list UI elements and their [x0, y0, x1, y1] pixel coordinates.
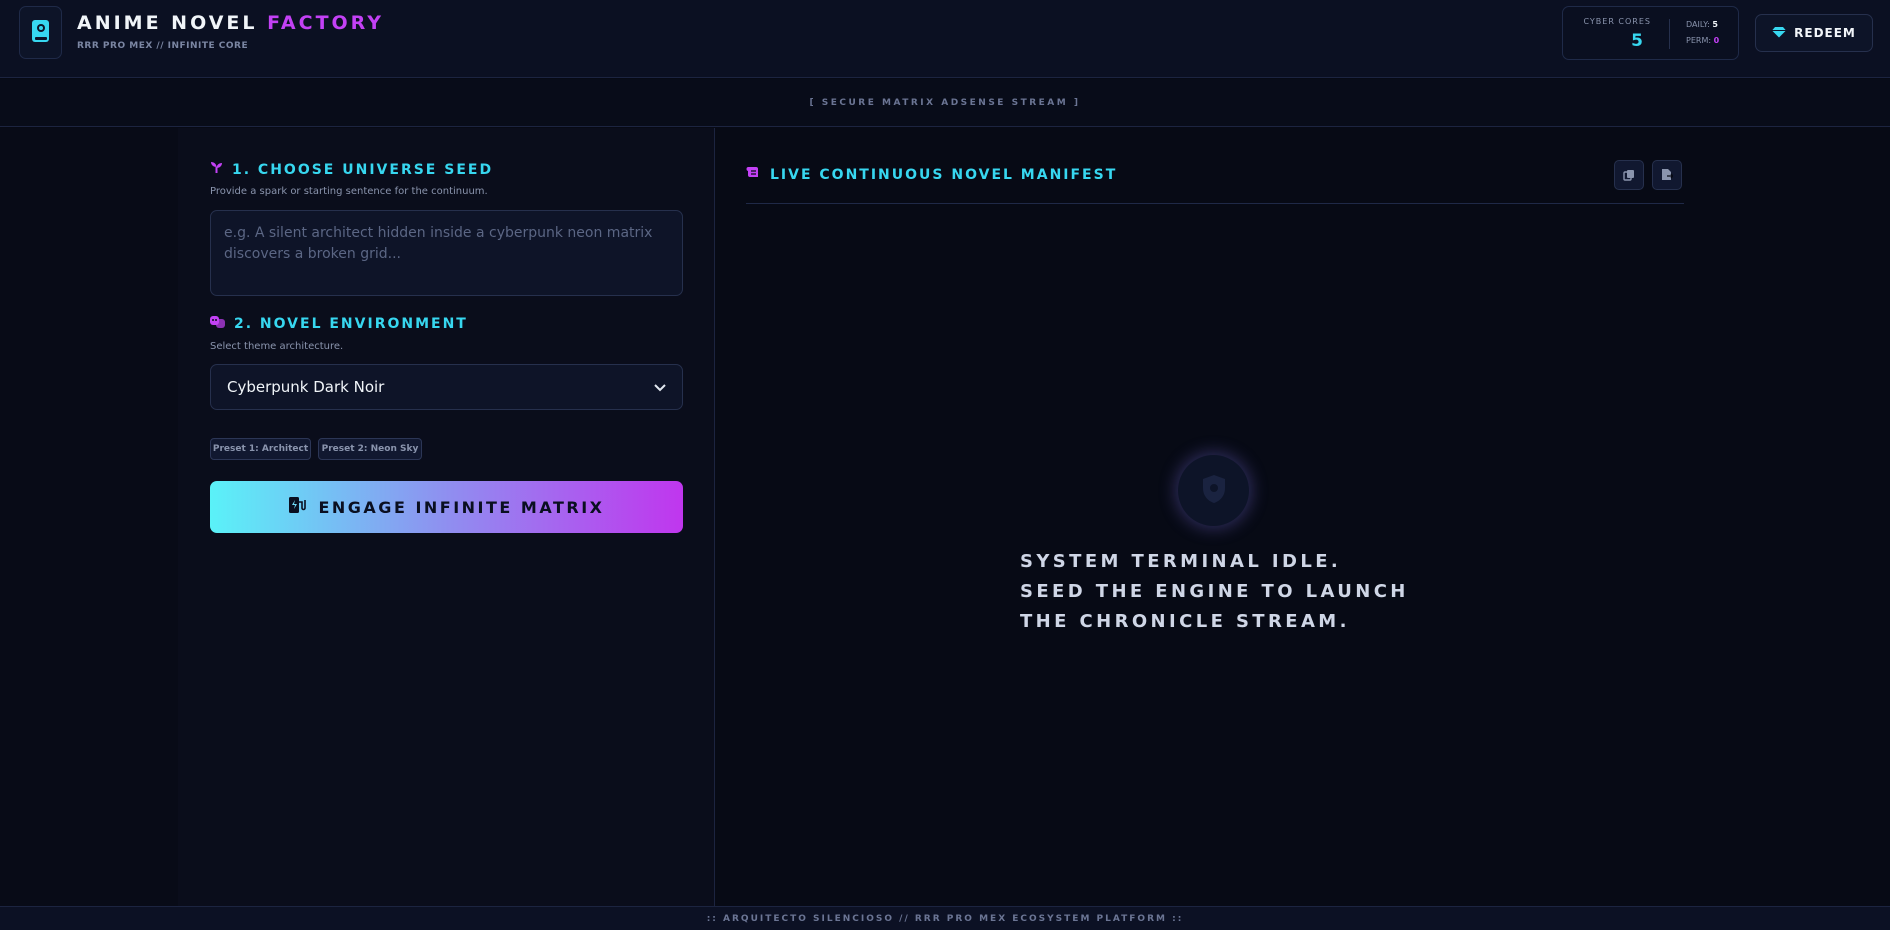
book-icon — [30, 18, 52, 48]
idle-status-orb — [1178, 455, 1249, 526]
ad-stream-banner: [ SECURE MATRIX ADSENSE STREAM ] — [0, 79, 1890, 127]
environment-selected-value: Cyberpunk Dark Noir — [227, 378, 385, 396]
charging-station-icon — [288, 496, 307, 518]
panel-shade — [0, 128, 178, 906]
shield-icon — [1201, 474, 1227, 508]
redeem-button[interactable]: REDEEM — [1755, 14, 1873, 52]
sprout-icon — [210, 161, 223, 178]
gem-icon — [1772, 26, 1787, 41]
chevron-down-icon — [654, 378, 666, 396]
daily-cores: DAILY: 5 — [1686, 20, 1718, 29]
redeem-label: REDEEM — [1794, 26, 1856, 40]
cyber-cores-label: CYBER CORES — [1583, 17, 1651, 26]
environment-title-text: 2. NOVEL ENVIRONMENT — [234, 316, 468, 332]
cyber-cores-panel: CYBER CORES 5 DAILY: 5 PERM: 0 — [1562, 6, 1739, 60]
cores-divider — [1669, 19, 1670, 49]
engage-matrix-button[interactable]: ENGAGE INFINITE MATRIX — [210, 481, 683, 533]
copy-button[interactable] — [1614, 160, 1644, 190]
manifest-title: LIVE CONTINUOUS NOVEL MANIFEST — [746, 166, 1117, 183]
export-button[interactable] — [1652, 160, 1682, 190]
app-title-accent: FACTORY — [267, 12, 385, 34]
environment-select[interactable]: Cyberpunk Dark Noir — [210, 364, 683, 410]
environment-section-title: 2. NOVEL ENVIRONMENT — [210, 316, 468, 332]
seed-title-text: 1. CHOOSE UNIVERSE SEED — [232, 161, 494, 178]
manifest-divider — [746, 203, 1684, 204]
idle-line-2: SEED THE ENGINE TO LAUNCH — [1020, 581, 1409, 602]
perm-cores: PERM: 0 — [1686, 36, 1719, 45]
environment-description: Select theme architecture. — [210, 341, 344, 352]
universe-seed-input[interactable] — [210, 210, 683, 296]
app-title-main: ANIME NOVEL — [77, 12, 268, 34]
seed-section-title: 1. CHOOSE UNIVERSE SEED — [210, 161, 493, 178]
app-footer: :: ARQUITECTO SILENCIOSO // RRR PRO MEX … — [0, 906, 1890, 930]
manifest-title-text: LIVE CONTINUOUS NOVEL MANIFEST — [770, 166, 1118, 183]
manifest-panel: LIVE CONTINUOUS NOVEL MANIFEST SYSTEM TE… — [716, 128, 1890, 906]
app-subtitle: RRR PRO MEX // INFINITE CORE — [77, 41, 249, 51]
idle-line-1: SYSTEM TERMINAL IDLE. — [1020, 551, 1342, 572]
engage-label: ENGAGE INFINITE MATRIX — [318, 497, 605, 517]
daily-value: 5 — [1712, 20, 1718, 29]
preset-architect-button[interactable]: Preset 1: Architect — [210, 438, 311, 460]
app-header: ANIME NOVEL FACTORY RRR PRO MEX // INFIN… — [0, 0, 1890, 78]
cyber-cores-value: 5 — [1631, 31, 1643, 51]
preset-neon-sky-button[interactable]: Preset 2: Neon Sky — [318, 438, 422, 460]
app-logo — [19, 6, 62, 59]
seed-description: Provide a spark or starting sentence for… — [210, 186, 488, 197]
file-export-icon — [1661, 166, 1674, 185]
control-panel: 1. CHOOSE UNIVERSE SEED Provide a spark … — [0, 128, 715, 906]
scroll-icon — [746, 166, 760, 183]
idle-line-3: THE CHRONICLE STREAM. — [1020, 611, 1350, 632]
idle-message: SYSTEM TERMINAL IDLE. SEED THE ENGINE TO… — [1020, 547, 1460, 637]
perm-value: 0 — [1713, 36, 1720, 45]
copy-icon — [1623, 166, 1635, 185]
perm-label: PERM: — [1686, 36, 1712, 45]
masks-icon — [210, 316, 225, 332]
app-title: ANIME NOVEL FACTORY — [77, 12, 384, 34]
daily-label: DAILY: — [1686, 20, 1710, 29]
